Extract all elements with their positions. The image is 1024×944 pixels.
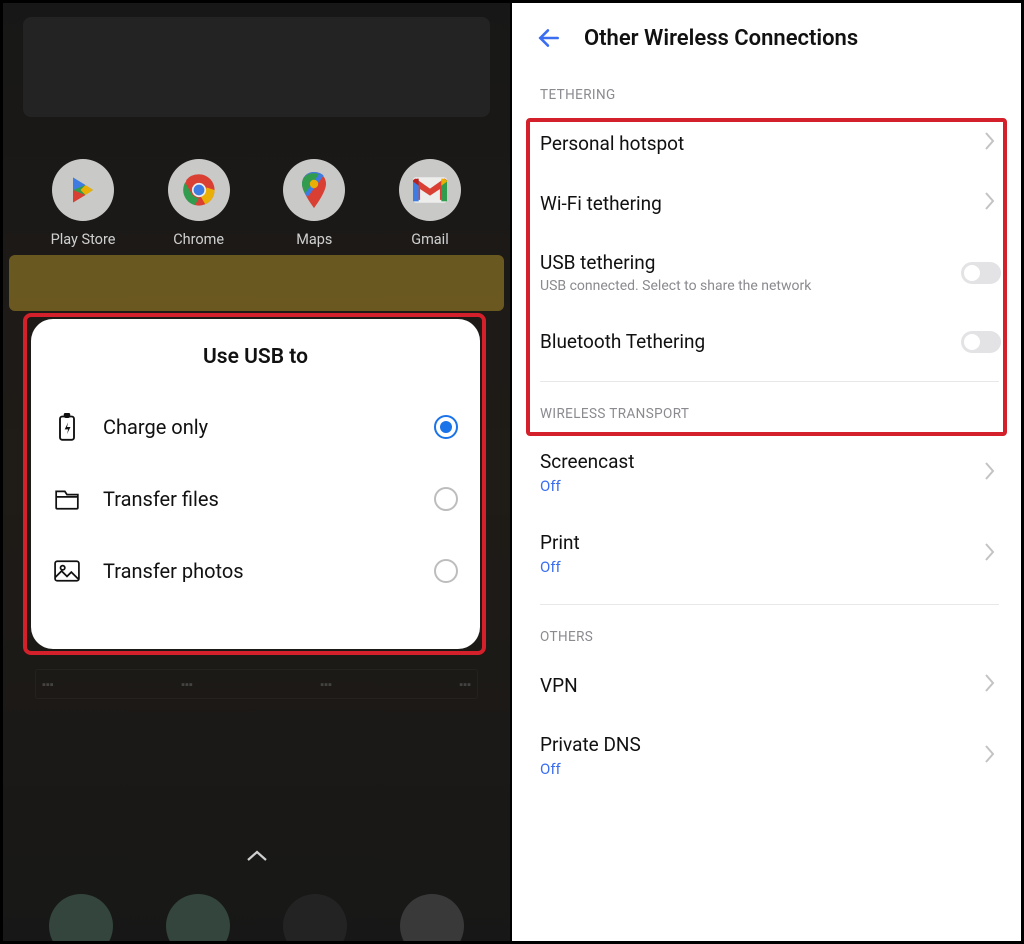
usb-option-label: Transfer files [103, 487, 412, 511]
row-private-dns[interactable]: Private DNS Off [512, 715, 1021, 796]
page-title: Other Wireless Connections [584, 26, 858, 51]
chrome-icon [168, 159, 230, 221]
section-caption-wireless-transport: WIRELESS TRANSPORT [512, 382, 1021, 432]
app-label: Gmail [411, 231, 449, 248]
row-title: Wi-Fi tethering [540, 192, 983, 215]
chevron-right-icon [983, 461, 1001, 485]
maps-icon [283, 159, 345, 221]
row-wifi-tethering[interactable]: Wi-Fi tethering [512, 173, 1021, 233]
app-drawer-handle-icon[interactable] [246, 844, 268, 869]
radio-icon [434, 559, 458, 583]
dock-messages-icon[interactable] [166, 894, 230, 941]
row-vpn[interactable]: VPN [512, 655, 1021, 715]
app-gmail[interactable]: Gmail [380, 159, 480, 248]
widget-strip [9, 255, 504, 311]
usb-option-label: Charge only [103, 415, 412, 439]
battery-icon [53, 413, 81, 441]
home-app-row: Play Store Chrome Maps Gmail [33, 159, 480, 248]
usb-option-transfer-files[interactable]: Transfer files [53, 463, 458, 535]
photo-icon [53, 557, 81, 585]
row-subtitle: Off [540, 760, 983, 778]
usb-option-transfer-photos[interactable]: Transfer photos [53, 535, 458, 607]
row-subtitle: Off [540, 558, 983, 576]
row-print[interactable]: Print Off [512, 513, 1021, 594]
row-title: VPN [540, 674, 983, 697]
section-caption-tethering: TETHERING [512, 63, 1021, 113]
chevron-right-icon [983, 542, 1001, 566]
dock [23, 891, 490, 941]
radio-icon [434, 487, 458, 511]
dock-phone-icon[interactable] [49, 894, 113, 941]
usb-option-label: Transfer photos [103, 559, 412, 583]
chevron-right-icon [983, 191, 1001, 215]
left-screenshot: Play Store Chrome Maps Gmail [3, 3, 512, 941]
row-subtitle: USB connected. Select to share the netwo… [540, 278, 961, 294]
row-title: Personal hotspot [540, 132, 983, 155]
dock-app-icon[interactable] [400, 894, 464, 941]
dock-labels: ▪▪▪▪▪▪▪▪▪▪▪▪ [35, 669, 478, 699]
usb-sheet: Use USB to Charge only Transfer files [31, 319, 480, 649]
chevron-right-icon [983, 131, 1001, 155]
back-arrow-icon[interactable] [536, 25, 562, 51]
app-label: Chrome [173, 231, 224, 248]
row-title: Bluetooth Tethering [540, 330, 961, 353]
app-maps[interactable]: Maps [264, 159, 364, 248]
row-bluetooth-tethering[interactable]: Bluetooth Tethering [512, 312, 1021, 371]
app-label: Maps [296, 231, 332, 248]
section-caption-others: OTHERS [512, 605, 1021, 655]
row-title: USB tethering [540, 251, 961, 274]
play-store-icon [52, 159, 114, 221]
usb-sheet-title: Use USB to [53, 345, 458, 369]
search-widget [23, 17, 490, 117]
row-screencast[interactable]: Screencast Off [512, 432, 1021, 513]
app-chrome[interactable]: Chrome [149, 159, 249, 248]
dock-camera-icon[interactable] [283, 894, 347, 941]
row-title: Private DNS [540, 733, 983, 756]
toggle-off-icon[interactable] [961, 262, 1001, 284]
radio-icon [434, 415, 458, 439]
folder-icon [53, 485, 81, 513]
row-title: Print [540, 531, 983, 554]
row-title: Screencast [540, 450, 983, 473]
gmail-icon [399, 159, 461, 221]
topbar: Other Wireless Connections [512, 3, 1021, 63]
usb-option-charge-only[interactable]: Charge only [53, 391, 458, 463]
row-subtitle: Off [540, 477, 983, 495]
app-play-store[interactable]: Play Store [33, 159, 133, 248]
toggle-off-icon[interactable] [961, 331, 1001, 353]
right-screenshot: Other Wireless Connections TETHERING Per… [512, 3, 1021, 941]
chevron-right-icon [983, 673, 1001, 697]
chevron-right-icon [983, 744, 1001, 768]
row-usb-tethering[interactable]: USB tethering USB connected. Select to s… [512, 233, 1021, 312]
row-personal-hotspot[interactable]: Personal hotspot [512, 113, 1021, 173]
app-label: Play Store [51, 231, 116, 248]
